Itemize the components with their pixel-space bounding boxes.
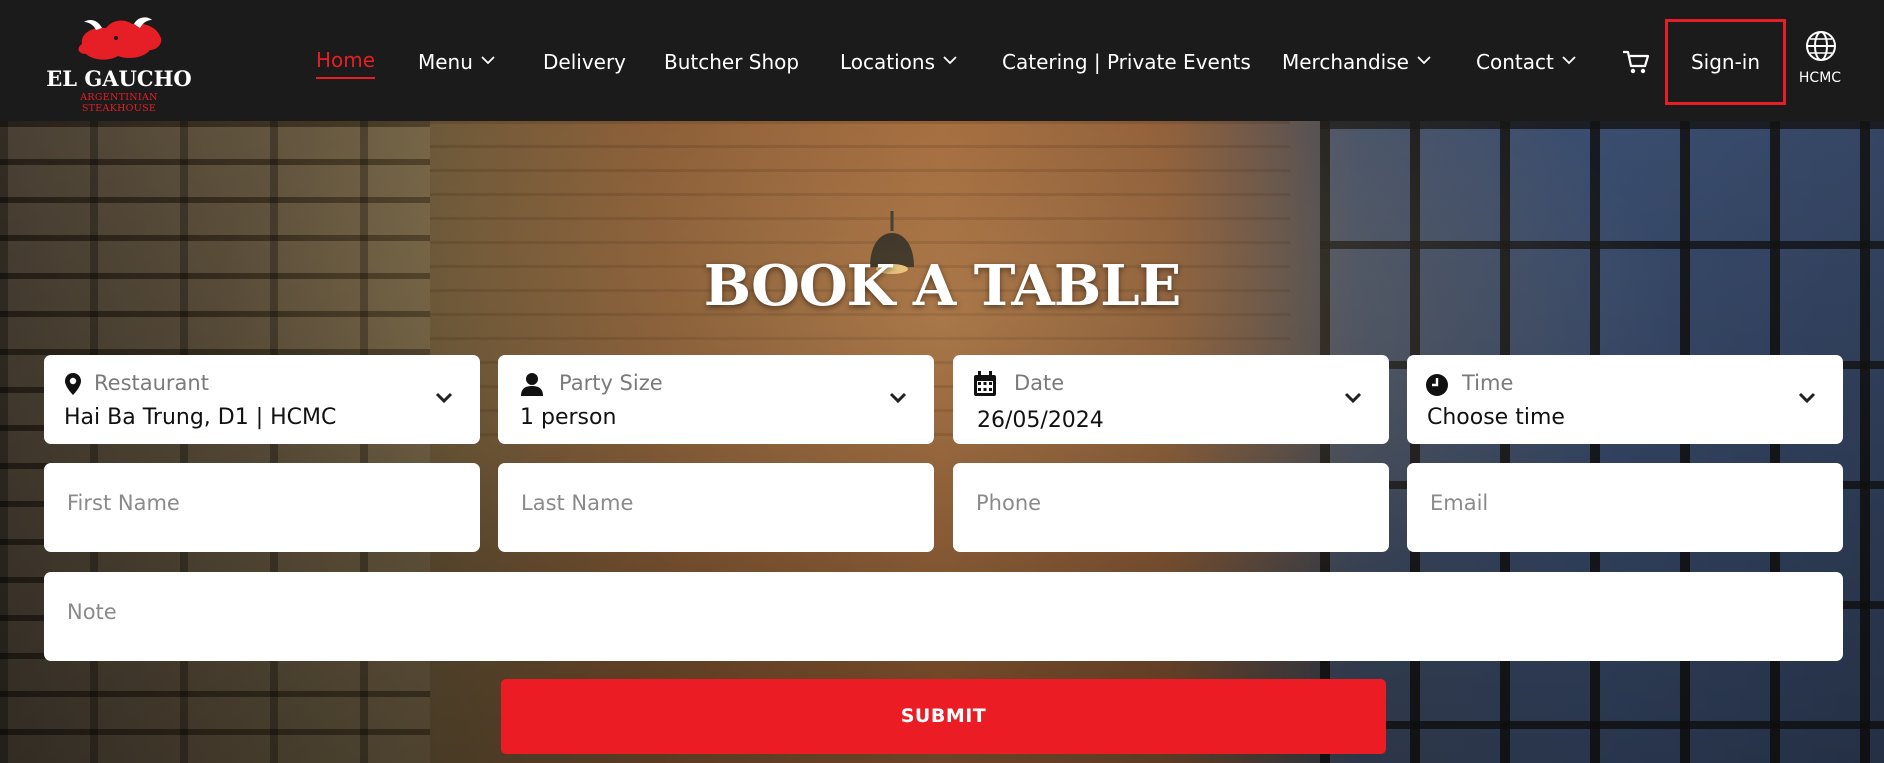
date-label: Date bbox=[1014, 371, 1065, 395]
time-label: Time bbox=[1462, 371, 1514, 395]
brand-logo[interactable]: EL GAUCHO ARGENTINIAN STEAKHOUSE bbox=[44, 16, 194, 114]
calendar-icon bbox=[974, 371, 996, 396]
date-select[interactable]: Date 26/05/2024 bbox=[953, 355, 1389, 444]
region-label[interactable]: HCMC bbox=[1790, 70, 1850, 86]
restaurant-label: Restaurant bbox=[94, 371, 209, 395]
phone-placeholder: Phone bbox=[976, 491, 1042, 515]
nav-delivery-label: Delivery bbox=[543, 50, 627, 74]
top-navbar: EL GAUCHO ARGENTINIAN STEAKHOUSE Home Me… bbox=[0, 0, 1884, 121]
chevron-down-icon bbox=[481, 55, 495, 67]
chevron-down-icon bbox=[943, 55, 957, 67]
cart-icon[interactable] bbox=[1621, 48, 1651, 76]
restaurant-select[interactable]: Restaurant Hai Ba Trung, D1 | HCMC bbox=[44, 355, 480, 444]
time-select[interactable]: Time Choose time bbox=[1407, 355, 1843, 444]
location-pin-icon bbox=[65, 373, 81, 395]
nav-catering[interactable]: Catering | Private Events bbox=[1002, 46, 1251, 78]
last-name-field[interactable]: Last Name bbox=[498, 463, 934, 552]
restaurant-value: Hai Ba Trung, D1 | HCMC bbox=[64, 405, 337, 430]
person-icon bbox=[521, 373, 543, 396]
party-size-select[interactable]: Party Size 1 person bbox=[498, 355, 934, 444]
nav-locations[interactable]: Locations bbox=[840, 46, 957, 78]
nav-butcher-shop[interactable]: Butcher Shop bbox=[664, 46, 799, 78]
chevron-down-icon bbox=[1417, 55, 1431, 67]
nav-menu-label: Menu bbox=[418, 50, 473, 74]
nav-home[interactable]: Home bbox=[316, 44, 376, 79]
nav-contact-label: Contact bbox=[1476, 50, 1554, 74]
brand-tagline: ARGENTINIAN STEAKHOUSE bbox=[80, 92, 158, 114]
nav-merchandise[interactable]: Merchandise bbox=[1282, 46, 1431, 78]
note-placeholder: Note bbox=[67, 600, 117, 624]
email-field[interactable]: Email bbox=[1407, 463, 1843, 552]
nav-merchandise-label: Merchandise bbox=[1282, 50, 1409, 74]
nav-catering-label: Catering | Private Events bbox=[1002, 50, 1251, 74]
time-value: Choose time bbox=[1427, 405, 1565, 430]
email-placeholder: Email bbox=[1430, 491, 1489, 515]
first-name-field[interactable]: First Name bbox=[44, 463, 480, 552]
note-field[interactable]: Note bbox=[44, 572, 1843, 661]
chevron-down-icon[interactable] bbox=[1797, 391, 1817, 405]
nav-contact[interactable]: Contact bbox=[1476, 46, 1576, 78]
last-name-placeholder: Last Name bbox=[521, 491, 634, 515]
nav-menu[interactable]: Menu bbox=[418, 46, 495, 78]
phone-field[interactable]: Phone bbox=[953, 463, 1389, 552]
clock-icon bbox=[1426, 374, 1448, 396]
party-size-label: Party Size bbox=[559, 371, 663, 395]
bull-logo-icon bbox=[78, 17, 162, 60]
signin-button[interactable]: Sign-in bbox=[1668, 22, 1783, 102]
chevron-down-icon bbox=[1562, 55, 1576, 67]
date-value: 26/05/2024 bbox=[977, 408, 1104, 433]
chevron-down-icon[interactable] bbox=[434, 391, 454, 405]
page-title: BOOK A TABLE bbox=[703, 253, 1182, 319]
globe-icon[interactable] bbox=[1805, 30, 1837, 62]
signin-highlight: Sign-in bbox=[1665, 19, 1786, 105]
brand-name: EL GAUCHO bbox=[46, 66, 192, 91]
nav-locations-label: Locations bbox=[840, 50, 936, 74]
nav-home-label: Home bbox=[316, 48, 376, 72]
chevron-down-icon[interactable] bbox=[1343, 391, 1363, 405]
party-size-value: 1 person bbox=[520, 405, 617, 430]
first-name-placeholder: First Name bbox=[67, 491, 180, 515]
nav-delivery[interactable]: Delivery bbox=[543, 46, 626, 78]
nav-butcher-shop-label: Butcher Shop bbox=[664, 50, 800, 74]
chevron-down-icon[interactable] bbox=[888, 391, 908, 405]
submit-button[interactable]: SUBMIT bbox=[501, 679, 1386, 754]
